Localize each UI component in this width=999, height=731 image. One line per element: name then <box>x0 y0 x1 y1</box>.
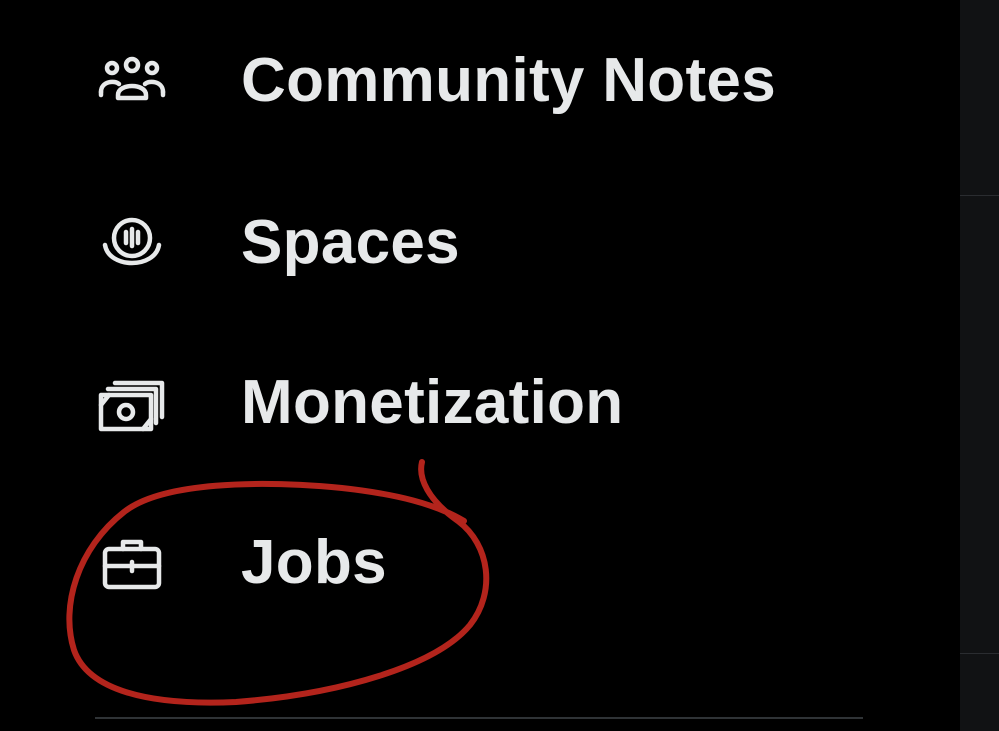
panel-separator <box>960 195 999 196</box>
nav-label: Monetization <box>241 367 624 437</box>
community-notes-icon <box>95 43 169 117</box>
panel-separator <box>960 653 999 654</box>
nav-item-jobs[interactable]: Jobs <box>95 502 387 622</box>
nav-divider <box>95 717 863 719</box>
nav-item-spaces[interactable]: Spaces <box>95 182 460 302</box>
monetization-icon <box>95 365 169 439</box>
nav-label: Jobs <box>241 527 387 597</box>
right-panel-edge <box>960 0 999 731</box>
nav-item-monetization[interactable]: Monetization <box>95 342 623 462</box>
sidebar-nav: Community Notes Spaces Monetization Jobs <box>0 0 960 731</box>
jobs-icon <box>95 525 169 599</box>
spaces-icon <box>95 205 169 279</box>
nav-label: Community Notes <box>241 45 776 115</box>
nav-item-community-notes[interactable]: Community Notes <box>95 20 776 140</box>
nav-label: Spaces <box>241 207 460 277</box>
